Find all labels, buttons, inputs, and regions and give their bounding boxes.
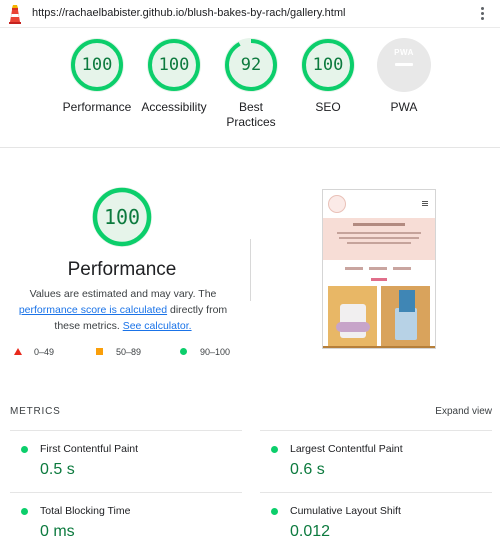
square-icon — [96, 348, 103, 355]
metric-largest-contentful-paint: Largest Contentful Paint 0.6 s — [260, 430, 492, 486]
gauge-label: PWA — [390, 100, 418, 114]
score-value: 100 — [312, 55, 344, 75]
score-ring: 100 — [147, 38, 201, 92]
expand-view-toggle[interactable]: Expand view — [435, 406, 492, 417]
performance-description: Values are estimated and may vary. The p… — [18, 288, 228, 332]
pass-circle-icon — [271, 446, 278, 453]
cake-image — [328, 286, 377, 346]
pass-circle-icon — [21, 446, 28, 453]
kebab-menu-icon[interactable] — [476, 5, 488, 23]
vertical-divider — [250, 239, 251, 301]
gauge-label: Best Practices — [226, 100, 276, 129]
score-value: 100 — [158, 55, 190, 75]
triangle-icon — [14, 348, 22, 355]
circle-icon — [180, 348, 187, 355]
pwa-badge-icon: PWA — [388, 48, 420, 82]
gauge-pwa[interactable]: PWA PWA — [359, 38, 449, 115]
metrics-title: METRICS — [10, 406, 61, 417]
performance-score-gauge: 100 — [92, 187, 152, 247]
metric-name: First Contentful Paint — [40, 443, 139, 455]
metric-first-contentful-paint: First Contentful Paint 0.5 s — [10, 430, 242, 486]
pass-circle-icon — [271, 508, 278, 515]
pass-circle-icon — [21, 508, 28, 515]
site-banner — [323, 218, 435, 260]
metric-name: Largest Contentful Paint — [290, 443, 403, 455]
score-ring: 100 — [70, 38, 124, 92]
report-top-bar: https://rachaelbabister.github.io/blush-… — [0, 0, 500, 28]
score-value: 92 — [240, 55, 262, 75]
score-ring: 92 — [224, 38, 278, 92]
site-logo — [328, 195, 346, 213]
see-calculator-link[interactable]: See calculator. — [123, 320, 192, 332]
metric-value: 0 ms — [40, 523, 75, 540]
metrics-header: METRICS Expand view — [10, 406, 492, 422]
score-scale-legend: 0–49 50–89 90–100 — [14, 347, 244, 361]
score-value: 100 — [81, 55, 113, 75]
performance-score-value: 100 — [103, 205, 141, 229]
cake-image — [381, 286, 430, 346]
report-url[interactable]: https://rachaelbabister.github.io/blush-… — [32, 7, 345, 19]
final-screenshot-thumbnail[interactable] — [322, 189, 436, 349]
metric-name: Total Blocking Time — [40, 505, 131, 517]
pwa-ring: PWA — [377, 38, 431, 92]
metric-name: Cumulative Layout Shift — [290, 505, 401, 517]
performance-score-link[interactable]: performance score is calculated — [19, 304, 167, 316]
performance-title: Performance — [67, 259, 177, 280]
metric-cumulative-layout-shift: Cumulative Layout Shift 0.012 — [260, 492, 492, 548]
hamburger-icon — [422, 201, 428, 206]
metric-value: 0.012 — [290, 523, 331, 540]
metric-total-blocking-time: Total Blocking Time 0 ms — [10, 492, 242, 548]
category-scores: 100 Performance 100 Accessibility 92 Bes… — [0, 28, 500, 148]
lighthouse-icon — [9, 5, 21, 24]
metric-value: 0.6 s — [290, 461, 325, 478]
score-ring: 100 — [301, 38, 355, 92]
performance-detail: 100 Performance Values are estimated and… — [0, 149, 500, 389]
metric-value: 0.5 s — [40, 461, 75, 478]
